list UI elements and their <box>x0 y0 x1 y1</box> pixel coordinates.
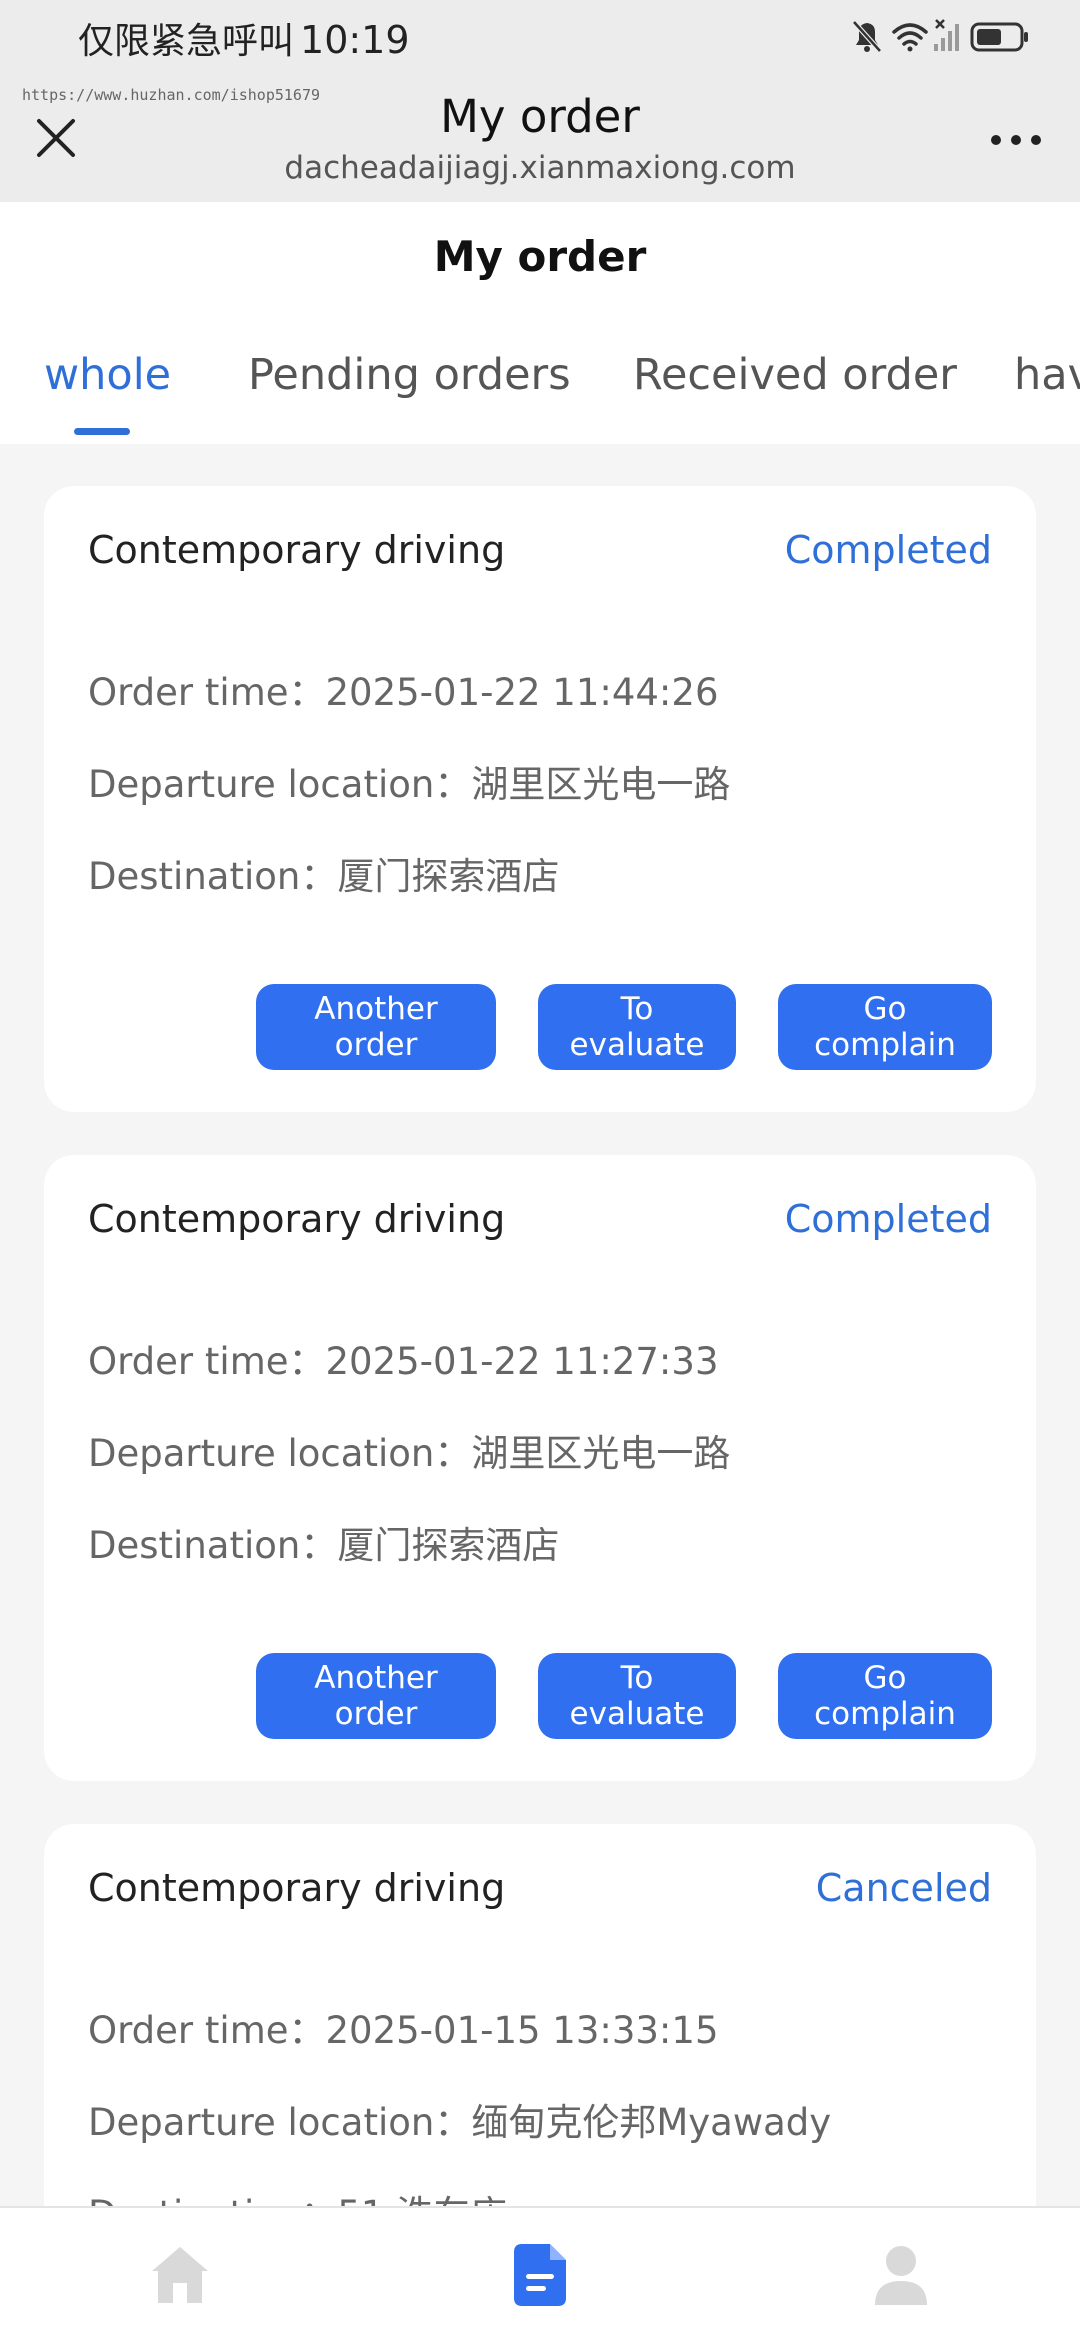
destination-value: 厦门探索酒店 <box>337 1524 560 1567</box>
battery-icon <box>970 22 1028 52</box>
order-status: Canceled <box>815 1866 992 1910</box>
order-time-label: Order time： <box>88 671 326 714</box>
destination-row: Destination：厦门探索酒店 <box>88 846 559 900</box>
order-type: Contemporary driving <box>88 528 506 572</box>
departure-value: 缅甸克伦邦Myawady <box>471 2101 832 2144</box>
to-evaluate-button[interactable]: To evaluate <box>538 1653 736 1739</box>
order-time-row: Order time：2025-01-22 11:27:33 <box>88 1331 718 1385</box>
tab-have[interactable]: hav <box>1014 350 1080 400</box>
status-left: 仅限紧急呼叫 10:19 <box>78 12 410 64</box>
departure-label: Departure location： <box>88 2101 472 2144</box>
tab-pending-orders[interactable]: Pending orders <box>248 350 571 400</box>
order-time-value: 2025-01-22 11:27:33 <box>325 1340 719 1383</box>
go-complain-button[interactable]: Go complain <box>778 984 992 1070</box>
home-icon <box>152 2247 208 2303</box>
page-title: My order <box>433 232 647 281</box>
departure-value: 湖里区光电一路 <box>471 1432 731 1475</box>
order-status: Completed <box>784 528 992 572</box>
browser-url: dacheadaijiagj.xianmaxiong.com <box>284 150 796 186</box>
status-bar: 仅限紧急呼叫 10:19 <box>0 0 1080 72</box>
go-complain-button[interactable]: Go complain <box>778 1653 992 1739</box>
nav-home[interactable] <box>145 2240 215 2310</box>
more-dots-icon <box>991 135 1041 145</box>
departure-row: Departure location：湖里区光电一路 <box>88 1423 730 1477</box>
departure-value: 湖里区光电一路 <box>471 763 731 806</box>
tab-whole[interactable]: whole <box>44 350 171 400</box>
order-time-row: Order time：2025-01-22 11:44:26 <box>88 662 718 716</box>
order-document-icon <box>514 2244 566 2306</box>
departure-row: Departure location：湖里区光电一路 <box>88 754 730 808</box>
order-type: Contemporary driving <box>88 1866 506 1910</box>
order-card[interactable]: Contemporary driving Completed Order tim… <box>44 486 1036 1112</box>
status-time: 10:19 <box>300 18 410 62</box>
active-tab-indicator <box>74 428 130 435</box>
signal-icon <box>934 19 959 51</box>
destination-row: Destination：厦门探索酒店 <box>88 1515 559 1569</box>
departure-label: Departure location： <box>88 763 472 806</box>
destination-value: 厦门探索酒店 <box>337 855 560 898</box>
order-status: Completed <box>784 1197 992 1241</box>
wifi-icon <box>892 23 928 52</box>
another-order-button[interactable]: Another order <box>256 984 496 1070</box>
user-profile-icon <box>875 2246 927 2305</box>
order-actions: Another order To evaluate Go complain <box>256 984 992 1070</box>
more-button[interactable] <box>986 120 1046 160</box>
carrier-text: 仅限紧急呼叫 <box>78 21 295 62</box>
to-evaluate-button[interactable]: To evaluate <box>538 984 736 1070</box>
order-time-label: Order time： <box>88 1340 326 1383</box>
destination-label: Destination： <box>88 855 338 898</box>
order-time-row: Order time：2025-01-15 13:33:15 <box>88 2000 718 2054</box>
nav-profile[interactable] <box>866 2240 936 2310</box>
order-time-label: Order time： <box>88 2009 326 2052</box>
nav-orders[interactable] <box>505 2240 575 2310</box>
browser-title: My order <box>440 90 640 143</box>
browser-header: https://www.huzhan.com/ishop51679 My ord… <box>0 72 1080 202</box>
departure-label: Departure location： <box>88 1432 472 1475</box>
status-icons <box>852 18 1030 54</box>
order-time-value: 2025-01-22 11:44:26 <box>325 671 719 714</box>
destination-label: Destination： <box>88 1524 338 1567</box>
order-card[interactable]: Contemporary driving Completed Order tim… <box>44 1155 1036 1781</box>
page-header: My order whole Pending orders Received o… <box>0 202 1080 444</box>
another-order-button[interactable]: Another order <box>256 1653 496 1739</box>
tab-received-order[interactable]: Received order <box>633 350 957 400</box>
bottom-nav <box>0 2206 1080 2340</box>
order-time-value: 2025-01-15 13:33:15 <box>325 2009 719 2052</box>
order-actions: Another order To evaluate Go complain <box>256 1653 992 1739</box>
status-icons-svg <box>852 19 1028 53</box>
order-type: Contemporary driving <box>88 1197 506 1241</box>
departure-row: Departure location：缅甸克伦邦Myawady <box>88 2092 831 2146</box>
mute-bell-icon <box>852 20 882 53</box>
